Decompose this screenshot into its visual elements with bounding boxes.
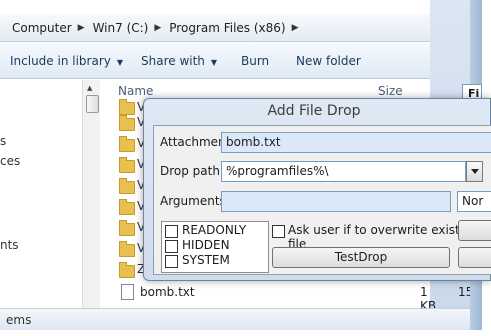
folder-icon[interactable] [119,136,135,152]
include-in-library-button[interactable]: Include in library ▼ [10,54,123,68]
drop-path-label: Drop path: [160,164,225,178]
dialog-title: Add File Drop [267,103,361,119]
hidden-checkbox[interactable] [165,240,178,253]
attachment-field[interactable]: bomb.txt [221,132,491,153]
system-checkbox[interactable] [165,255,178,268]
add-file-drop-dialog: Add File Drop Attachment: bomb.txt Drop … [143,98,491,281]
folder-icon[interactable] [119,99,135,115]
folder-icon[interactable] [119,115,135,131]
nav-item[interactable]: s [0,134,6,148]
system-label[interactable]: SYSTEM [182,253,230,267]
breadcrumb-program-files[interactable]: Program Files (x86) [169,21,285,35]
share-with-label: Share with [141,54,205,68]
chevron-down-icon: ▼ [210,58,218,67]
navigation-pane: s ces nts [0,80,82,330]
breadcrumb-drive[interactable]: Win7 (C:) [93,21,149,35]
share-with-button[interactable]: Share with ▼ [141,54,217,68]
column-name[interactable]: Name [118,84,153,98]
folder-icon[interactable] [119,262,135,278]
nav-scrollbar[interactable]: ▲ [82,80,100,330]
breadcrumb-computer[interactable]: Computer [12,21,72,35]
drop-path-dropdown-button[interactable] [466,161,483,182]
hidden-label[interactable]: HIDDEN [182,238,230,252]
arguments-field[interactable] [221,191,451,212]
address-bar[interactable]: Computer ▶ Win7 (C:) ▶ Program Files (x8… [0,14,430,42]
nav-item[interactable]: nts [0,238,19,252]
folder-icon[interactable] [119,178,135,194]
text-file-icon [121,284,134,300]
column-size[interactable]: Size [378,84,403,98]
dialog-body: Attachment: bomb.txt Drop path: %program… [153,125,491,275]
readonly-checkbox[interactable] [165,225,178,238]
scroll-thumb[interactable] [86,95,99,113]
command-toolbar: Include in library ▼ Share with ▼ Burn New… [0,44,430,79]
chevron-right-icon[interactable]: ▶ [78,23,85,33]
include-in-library-label: Include in library [10,54,111,68]
folder-icon[interactable] [119,199,135,215]
testdrop-button[interactable]: TestDrop [272,247,450,268]
new-folder-button[interactable]: New folder [296,54,361,68]
chevron-down-icon: ▼ [116,58,124,67]
attributes-box: READONLY HIDDEN SYSTEM [161,221,269,273]
folder-icon[interactable] [119,220,135,236]
status-text: ems [6,313,32,327]
chevron-right-icon[interactable]: ▶ [154,23,161,33]
side-button[interactable] [458,247,491,268]
file-list-header: Name Size [102,80,430,100]
burn-button[interactable]: Burn [241,54,269,68]
file-row[interactable]: bomb.txt 1 KB 15.0 [118,282,480,313]
side-button[interactable] [458,220,491,241]
readonly-label[interactable]: READONLY [182,223,246,237]
status-bar: ems [0,308,480,330]
folder-icon[interactable] [119,157,135,173]
chevron-right-icon[interactable]: ▶ [292,23,299,33]
arguments-label: Arguments: [160,194,230,208]
nav-item[interactable]: ces [0,154,20,168]
ask-overwrite-checkbox[interactable] [272,225,285,238]
arguments-option-select[interactable]: Nor [457,191,491,212]
drop-path-combobox[interactable]: %programfiles%\ [221,161,466,182]
scroll-up-icon[interactable]: ▲ [87,84,92,92]
file-name: bomb.txt [140,285,195,299]
folder-icon[interactable] [119,241,135,257]
